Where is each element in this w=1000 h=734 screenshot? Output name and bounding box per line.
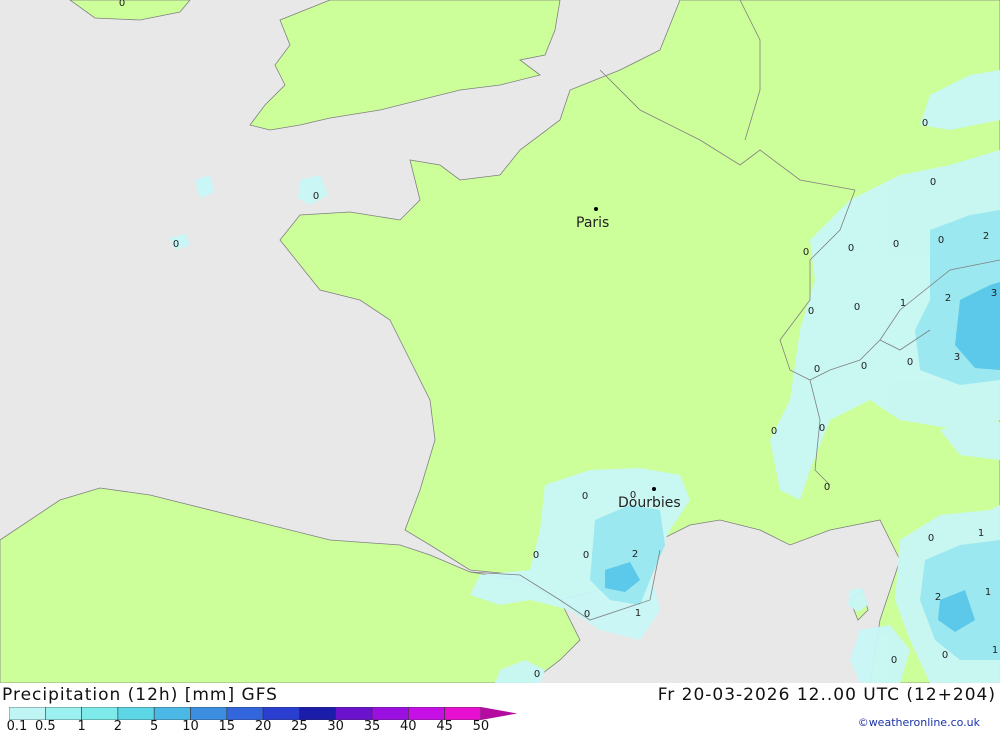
value-label: 0 bbox=[803, 247, 809, 258]
value-label: 0 bbox=[119, 0, 125, 9]
map-title: Precipitation (12h) [mm] GFS bbox=[2, 685, 278, 705]
city-label-dourbies: Dourbies bbox=[618, 495, 681, 511]
value-label: 1 bbox=[635, 608, 641, 619]
value-label: 0 bbox=[583, 550, 589, 561]
map-valid-time: Fr 20-03-2026 12..00 UTC (12+204) bbox=[657, 685, 996, 705]
city-label-paris: Paris bbox=[576, 215, 609, 231]
value-label: 0 bbox=[824, 482, 830, 493]
legend-label: 35 bbox=[363, 719, 381, 734]
legend-label: 0.5 bbox=[34, 719, 56, 734]
legend-label: 45 bbox=[436, 719, 453, 734]
credit-link[interactable]: ©weatheronline.co.uk bbox=[858, 716, 980, 729]
value-label: 2 bbox=[945, 293, 951, 304]
legend-labels: 0.1 0.5 1 2 5 10 15 20 25 30 35 40 45 50 bbox=[0, 719, 520, 734]
value-label: 0 bbox=[942, 650, 948, 661]
legend-label: 0.1 bbox=[6, 719, 28, 734]
value-label: 0 bbox=[848, 243, 854, 254]
value-label: 0 bbox=[922, 118, 928, 129]
value-label: 0 bbox=[534, 669, 540, 680]
legend-label: 20 bbox=[254, 719, 272, 734]
value-label: 0 bbox=[313, 191, 319, 202]
value-label: 0 bbox=[533, 550, 539, 561]
value-label: 0 bbox=[173, 239, 179, 250]
value-label: 1 bbox=[992, 645, 998, 656]
legend-label: 40 bbox=[400, 719, 417, 734]
value-label: 0 bbox=[893, 239, 899, 250]
value-label: 0 bbox=[891, 655, 897, 666]
legend-label: 1 bbox=[77, 719, 86, 734]
value-label: 3 bbox=[954, 352, 960, 363]
value-label: 0 bbox=[861, 361, 867, 372]
city-marker-dourbies bbox=[652, 487, 656, 491]
value-label: 0 bbox=[808, 306, 814, 317]
footer: Precipitation (12h) [mm] GFS Fr 20-03-20… bbox=[0, 683, 1000, 734]
value-label: 0 bbox=[854, 302, 860, 313]
value-label: 1 bbox=[985, 587, 991, 598]
value-label: 3 bbox=[991, 288, 997, 299]
legend-label: 30 bbox=[327, 719, 344, 734]
city-marker-paris bbox=[594, 207, 598, 211]
value-label: 0 bbox=[584, 609, 590, 620]
value-label: 0 bbox=[814, 364, 820, 375]
precipitation-map: Paris Dourbies 0 0 0 0 0 0 0 0 2 0 1 2 3… bbox=[0, 0, 1000, 683]
legend-label: 10 bbox=[182, 719, 199, 734]
value-label: 0 bbox=[938, 235, 944, 246]
value-label: 0 bbox=[771, 426, 777, 437]
value-label: 0 bbox=[907, 357, 913, 368]
value-label: 0 bbox=[930, 177, 936, 188]
value-label: 2 bbox=[935, 592, 941, 603]
value-label: 0 bbox=[630, 490, 636, 501]
legend-label: 5 bbox=[150, 719, 159, 734]
value-label: 2 bbox=[632, 549, 638, 560]
value-label: 1 bbox=[900, 298, 906, 309]
legend-label: 50 bbox=[472, 719, 490, 734]
value-label: 0 bbox=[819, 423, 825, 434]
value-label: 0 bbox=[582, 491, 588, 502]
value-label: 1 bbox=[978, 528, 984, 539]
value-label: 0 bbox=[928, 533, 934, 544]
legend-label: 2 bbox=[113, 719, 123, 734]
legend-label: 15 bbox=[218, 719, 236, 734]
value-label: 2 bbox=[983, 231, 989, 242]
legend-label: 25 bbox=[291, 719, 308, 734]
